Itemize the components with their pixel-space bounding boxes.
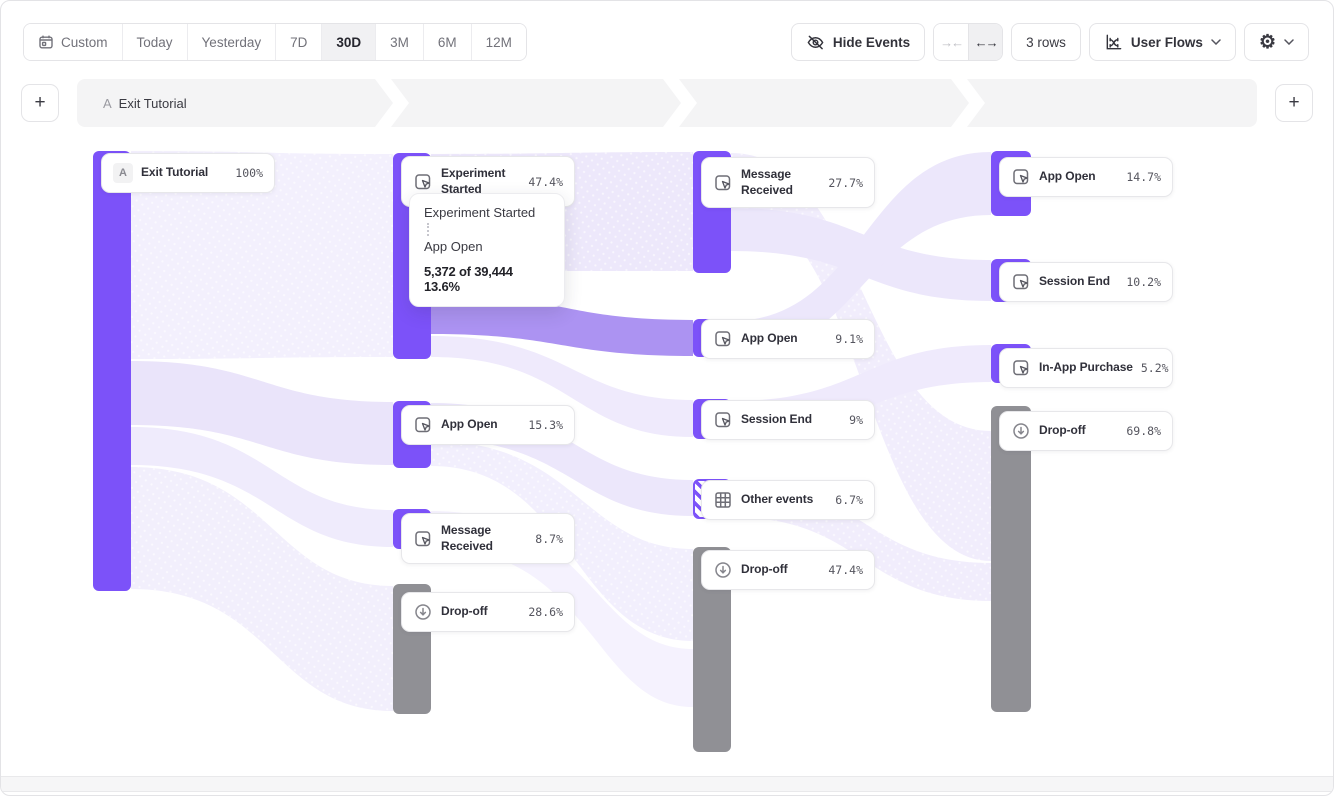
event-a-badge: A [113, 163, 133, 183]
node-card-message-received-2[interactable]: Message Received 8.7% [401, 513, 575, 564]
bottom-scroll-strip[interactable] [1, 776, 1333, 792]
node-label: Exit Tutorial [141, 165, 208, 181]
node-card-message-received-3[interactable]: Message Received 27.7% [701, 157, 875, 208]
chevron-down-icon [1211, 39, 1221, 45]
node-value: 28.6% [528, 605, 563, 619]
flow-steps-bar: + A Exit Tutorial + [21, 79, 1313, 127]
node-label: Drop-off [1039, 423, 1086, 439]
node-card-drop-off-3[interactable]: Drop-off 47.4% [701, 550, 875, 590]
node-value: 15.3% [528, 418, 563, 432]
node-label: In-App Purchase [1039, 360, 1133, 376]
node-value: 8.7% [535, 532, 563, 546]
expand-columns-icon[interactable]: ←→ [968, 24, 1002, 60]
collapse-columns-icon[interactable]: →← [934, 24, 968, 60]
node-label: App Open [441, 417, 498, 433]
event-click-icon [1011, 272, 1031, 292]
column-width-toggle: →← ←→ [933, 23, 1003, 61]
tooltip-stats: 5,372 of 39,444 13.6% [424, 264, 550, 294]
node-value: 9.1% [835, 332, 863, 346]
node-label: Drop-off [741, 562, 788, 578]
node-value: 5.2% [1141, 361, 1169, 375]
event-click-icon [713, 329, 733, 349]
date-range-label: Custom [61, 35, 108, 50]
node-bar-drop-off-4[interactable] [991, 406, 1031, 712]
step-segment-4[interactable] [959, 79, 1257, 127]
step-segment-2[interactable] [383, 79, 681, 127]
event-click-icon [713, 173, 733, 193]
node-card-session-end-4[interactable]: Session End 10.2% [999, 262, 1173, 302]
event-click-icon [413, 529, 433, 549]
node-label: Session End [741, 412, 812, 428]
add-step-right-button[interactable]: + [1275, 84, 1313, 122]
chevron-down-icon [1284, 39, 1294, 45]
node-value: 10.2% [1126, 275, 1161, 289]
node-value: 69.8% [1126, 424, 1161, 438]
step-segment-3[interactable] [671, 79, 969, 127]
node-card-session-end-3[interactable]: Session End 9% [701, 400, 875, 440]
step-label: Exit Tutorial [119, 96, 187, 111]
breadcrumb: A Exit Tutorial [77, 79, 1257, 127]
node-label: Other events [741, 492, 813, 508]
drop-off-icon [1011, 421, 1031, 441]
date-range-selector: Custom Today Yesterday 7D 30D 3M 6M 12M [23, 23, 527, 61]
node-label: Message Received [741, 167, 820, 198]
node-value: 100% [235, 166, 263, 180]
node-value: 9% [849, 413, 863, 427]
step-segment-a[interactable]: A Exit Tutorial [77, 79, 393, 127]
rows-button[interactable]: 3 rows [1011, 23, 1081, 61]
hide-events-button[interactable]: Hide Events [791, 23, 925, 61]
tooltip-flow-connector [427, 223, 550, 236]
event-click-icon [1011, 167, 1031, 187]
gear-icon: ⚙ [1259, 33, 1276, 52]
event-click-icon [713, 410, 733, 430]
user-flows-icon [1104, 33, 1123, 52]
step-badge: A [103, 96, 112, 111]
node-card-drop-off-4[interactable]: Drop-off 69.8% [999, 411, 1173, 451]
user-flows-app: Custom Today Yesterday 7D 30D 3M 6M 12M … [0, 0, 1334, 796]
node-value: 47.4% [828, 563, 863, 577]
date-yesterday-button[interactable]: Yesterday [187, 24, 276, 60]
eye-off-icon [806, 33, 825, 52]
event-click-icon [1011, 358, 1031, 378]
node-label: App Open [1039, 169, 1096, 185]
view-selector-button[interactable]: User Flows [1089, 23, 1236, 61]
node-card-app-open-4[interactable]: App Open 14.7% [999, 157, 1173, 197]
date-custom-button[interactable]: Custom [24, 24, 122, 60]
node-card-exit-tutorial[interactable]: A Exit Tutorial 100% [101, 153, 275, 193]
date-7d-button[interactable]: 7D [275, 24, 321, 60]
node-value: 47.4% [528, 175, 563, 189]
drop-off-icon [713, 560, 733, 580]
drop-off-icon [413, 602, 433, 622]
node-value: 14.7% [1126, 170, 1161, 184]
date-12m-button[interactable]: 12M [471, 24, 526, 60]
tooltip-to-event: App Open [424, 239, 550, 254]
node-label: Session End [1039, 274, 1110, 290]
node-card-app-open-2[interactable]: App Open 15.3% [401, 405, 575, 445]
event-click-icon [413, 415, 433, 435]
node-bar-exit-tutorial[interactable] [93, 151, 131, 591]
node-card-in-app-purchase[interactable]: In-App Purchase 5.2% [999, 348, 1173, 388]
node-value: 6.7% [835, 493, 863, 507]
date-3m-button[interactable]: 3M [375, 24, 423, 60]
toolbar: Custom Today Yesterday 7D 30D 3M 6M 12M … [23, 23, 1309, 61]
node-label: App Open [741, 331, 798, 347]
calendar-icon [38, 34, 54, 50]
node-card-drop-off-2[interactable]: Drop-off 28.6% [401, 592, 575, 632]
settings-dropdown-button[interactable]: ⚙ [1244, 23, 1309, 61]
flow-tooltip: Experiment Started App Open 5,372 of 39,… [409, 193, 565, 307]
toolbar-right: Hide Events →← ←→ 3 rows User Flows ⚙ [791, 23, 1309, 61]
node-label: Drop-off [441, 604, 488, 620]
node-card-other-events[interactable]: Other events 6.7% [701, 480, 875, 520]
add-step-left-button[interactable]: + [21, 84, 59, 122]
node-card-app-open-3[interactable]: App Open 9.1% [701, 319, 875, 359]
event-click-icon [413, 172, 433, 192]
date-today-button[interactable]: Today [122, 24, 187, 60]
tooltip-from-event: Experiment Started [424, 205, 550, 220]
date-30d-button[interactable]: 30D [321, 24, 375, 60]
node-value: 27.7% [828, 176, 863, 190]
node-label: Message Received [441, 523, 527, 554]
date-6m-button[interactable]: 6M [423, 24, 471, 60]
grid-icon [713, 490, 733, 510]
